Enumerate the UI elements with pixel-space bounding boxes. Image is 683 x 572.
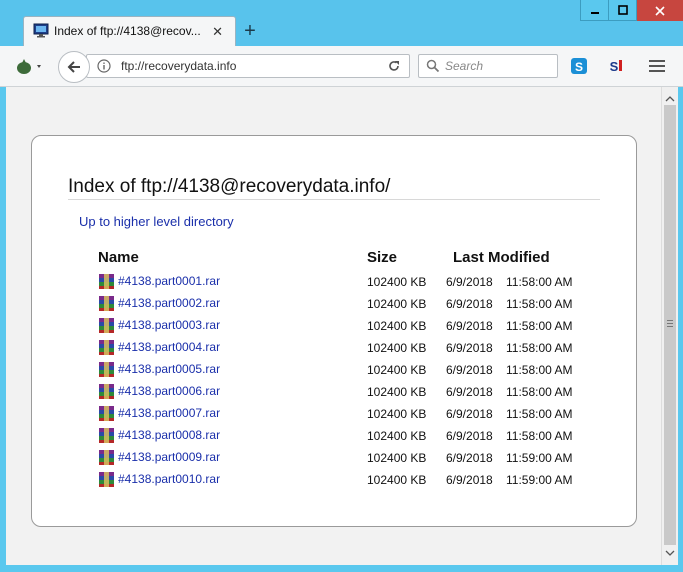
monitor-icon: [33, 23, 49, 43]
file-size: 102400 KB: [367, 451, 427, 465]
rar-archive-icon: [98, 317, 115, 334]
file-link[interactable]: #4138.part0002.rar: [118, 296, 220, 310]
file-size: 102400 KB: [367, 297, 427, 311]
maximize-button[interactable]: [609, 0, 637, 21]
minimize-button[interactable]: [580, 0, 609, 21]
table-row: #4138.part0001.rar 102400 KB 6/9/2018 11:58…: [98, 272, 618, 294]
rar-archive-icon: [98, 449, 115, 466]
file-time: 11:59:00 AM: [506, 451, 573, 465]
rar-archive-icon: [98, 427, 115, 444]
url-bar[interactable]: ftp://recoverydata.info: [86, 54, 410, 78]
file-date: 6/9/2018: [446, 407, 493, 421]
listing-card: Index of ftp://4138@recoverydata.info/ U…: [31, 135, 637, 527]
file-size: 102400 KB: [367, 407, 427, 421]
file-date: 6/9/2018: [446, 341, 493, 355]
home-icon[interactable]: [15, 57, 45, 80]
svg-text:S: S: [610, 59, 619, 74]
file-time: 11:58:00 AM: [506, 297, 573, 311]
scrollbar-thumb[interactable]: [664, 105, 676, 545]
title-bar: Index of ftp://4138@recov... ✕ +: [0, 0, 683, 46]
back-button[interactable]: [58, 51, 90, 83]
reload-icon[interactable]: [387, 59, 401, 78]
table-row: #4138.part0009.rar 102400 KB 6/9/2018 11:59…: [98, 448, 618, 470]
file-time: 11:58:00 AM: [506, 385, 573, 399]
file-date: 6/9/2018: [446, 451, 493, 465]
file-time: 11:58:00 AM: [506, 341, 573, 355]
file-date: 6/9/2018: [446, 363, 493, 377]
file-link[interactable]: #4138.part0010.rar: [118, 472, 220, 486]
menu-icon[interactable]: [648, 58, 666, 79]
table-row: #4138.part0004.rar 102400 KB 6/9/2018 11:58…: [98, 338, 618, 360]
up-directory-link[interactable]: Up to higher level directory: [79, 214, 234, 229]
column-header-size[interactable]: Size: [367, 249, 397, 266]
skype-icon[interactable]: S: [570, 57, 588, 80]
file-time: 11:58:00 AM: [506, 407, 573, 421]
close-icon[interactable]: ✕: [212, 24, 223, 40]
file-link[interactable]: #4138.part0007.rar: [118, 406, 220, 420]
info-icon[interactable]: [97, 59, 111, 78]
table-row: #4138.part0002.rar 102400 KB 6/9/2018 11:58…: [98, 294, 618, 316]
search-input[interactable]: Search: [418, 54, 558, 78]
file-time: 11:58:00 AM: [506, 363, 573, 377]
file-link[interactable]: #4138.part0001.rar: [118, 274, 220, 288]
file-date: 6/9/2018: [446, 297, 493, 311]
page-title: Index of ftp://4138@recoverydata.info/: [68, 176, 391, 197]
table-row: #4138.part0006.rar 102400 KB 6/9/2018 11:58…: [98, 382, 618, 404]
file-time: 11:58:00 AM: [506, 429, 573, 443]
file-link[interactable]: #4138.part0003.rar: [118, 318, 220, 332]
file-date: 6/9/2018: [446, 275, 493, 289]
url-text: ftp://recoverydata.info: [121, 59, 237, 73]
divider: [68, 199, 600, 200]
table-row: #4138.part0010.rar 102400 KB 6/9/2018 11:59…: [98, 470, 618, 492]
file-time: 11:59:00 AM: [506, 473, 573, 487]
browser-window: Index of ftp://4138@recov... ✕ + ftp://r…: [0, 0, 683, 572]
back-arrow-icon: [66, 59, 82, 80]
browser-tab[interactable]: Index of ftp://4138@recov... ✕: [23, 16, 236, 46]
addon-icon[interactable]: S: [607, 57, 625, 80]
scroll-down-icon[interactable]: [665, 544, 675, 562]
close-window-button[interactable]: [637, 0, 683, 21]
file-size: 102400 KB: [367, 363, 427, 377]
file-size: 102400 KB: [367, 341, 427, 355]
column-header-name[interactable]: Name: [98, 249, 139, 266]
search-placeholder: Search: [445, 59, 484, 73]
file-time: 11:58:00 AM: [506, 275, 573, 289]
file-size: 102400 KB: [367, 319, 427, 333]
rar-archive-icon: [98, 471, 115, 488]
file-link[interactable]: #4138.part0004.rar: [118, 340, 220, 354]
column-header-modified[interactable]: Last Modified: [453, 249, 550, 266]
rar-archive-icon: [98, 383, 115, 400]
file-date: 6/9/2018: [446, 385, 493, 399]
file-link[interactable]: #4138.part0005.rar: [118, 362, 220, 376]
tab-title: Index of ftp://4138@recov...: [54, 24, 201, 38]
search-icon: [426, 59, 440, 78]
scrollbar[interactable]: [661, 87, 678, 565]
file-size: 102400 KB: [367, 473, 427, 487]
file-size: 102400 KB: [367, 429, 427, 443]
table-row: #4138.part0003.rar 102400 KB 6/9/2018 11:58…: [98, 316, 618, 338]
file-date: 6/9/2018: [446, 473, 493, 487]
rar-archive-icon: [98, 361, 115, 378]
rar-archive-icon: [98, 405, 115, 422]
plus-icon[interactable]: +: [240, 20, 260, 42]
rar-archive-icon: [98, 339, 115, 356]
file-date: 6/9/2018: [446, 429, 493, 443]
file-link[interactable]: #4138.part0008.rar: [118, 428, 220, 442]
rar-archive-icon: [98, 295, 115, 312]
file-link[interactable]: #4138.part0009.rar: [118, 450, 220, 464]
file-size: 102400 KB: [367, 385, 427, 399]
rar-archive-icon: [98, 273, 115, 290]
svg-text:S: S: [575, 60, 583, 74]
table-row: #4138.part0007.rar 102400 KB 6/9/2018 11:58…: [98, 404, 618, 426]
file-date: 6/9/2018: [446, 319, 493, 333]
navigation-bar: ftp://recoverydata.info Search S S: [0, 46, 683, 87]
table-row: #4138.part0005.rar 102400 KB 6/9/2018 11:58…: [98, 360, 618, 382]
table-row: #4138.part0008.rar 102400 KB 6/9/2018 11:58…: [98, 426, 618, 448]
file-link[interactable]: #4138.part0006.rar: [118, 384, 220, 398]
file-time: 11:58:00 AM: [506, 319, 573, 333]
file-size: 102400 KB: [367, 275, 427, 289]
page-viewport: Index of ftp://4138@recoverydata.info/ U…: [6, 87, 661, 565]
